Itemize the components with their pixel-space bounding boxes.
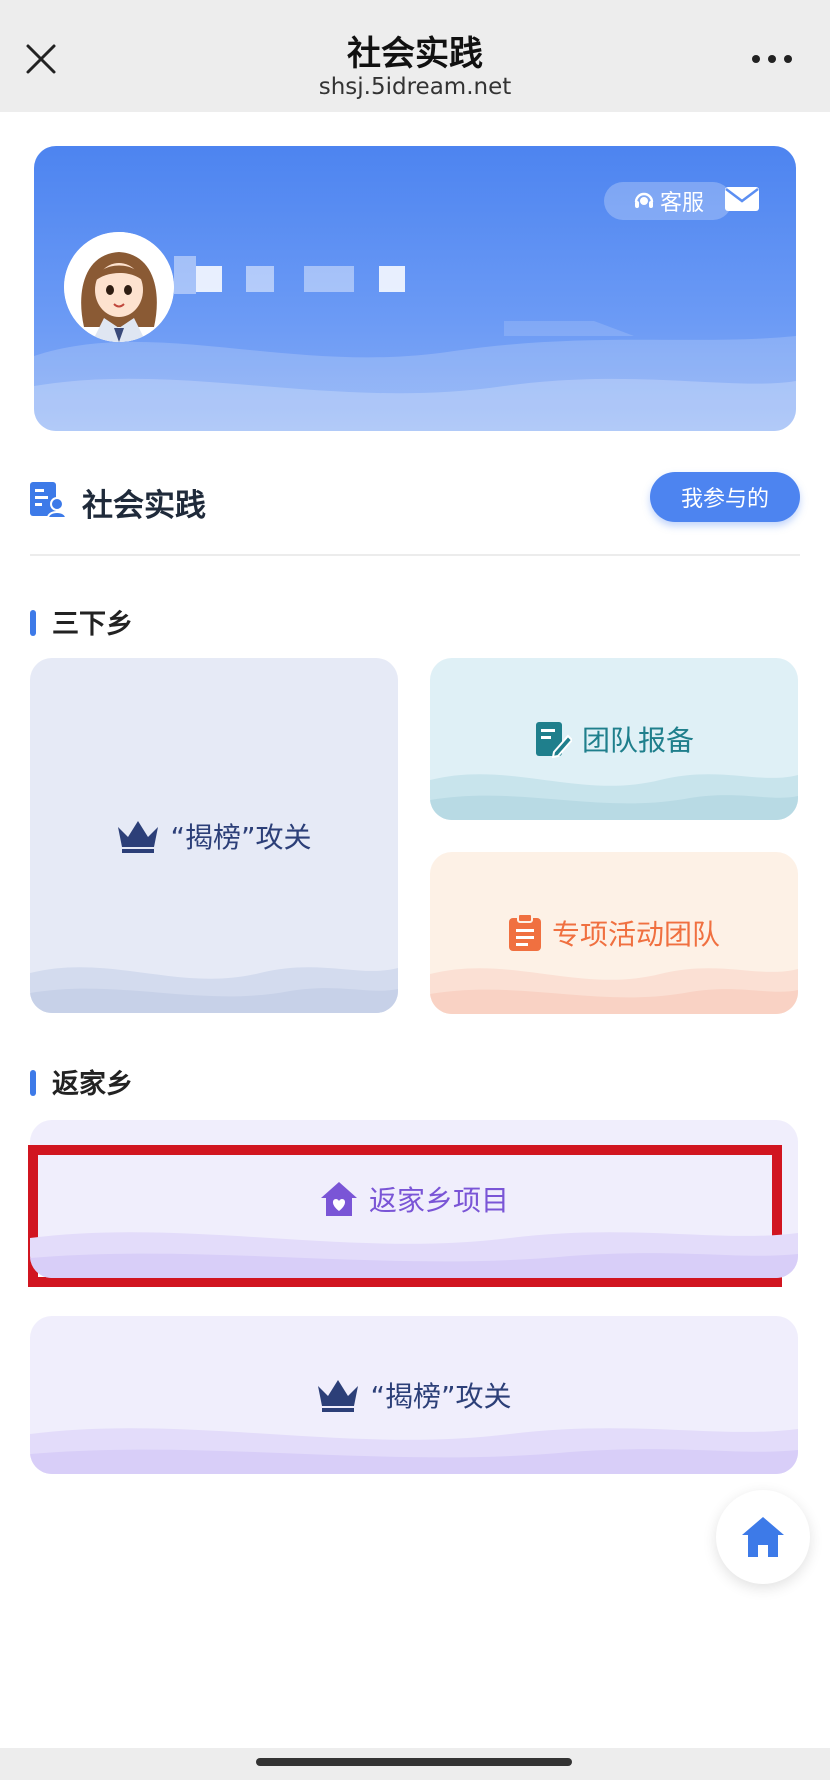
divider <box>30 554 800 556</box>
home-heart-icon <box>320 1182 357 1216</box>
headset-icon <box>634 192 654 208</box>
activity-list-icon <box>30 482 66 518</box>
card-jiebang-gonguan-2[interactable]: “揭榜”攻关 <box>30 1316 798 1474</box>
profile-banner: 客服 <box>34 146 796 431</box>
customer-service-button[interactable]: 客服 <box>604 182 732 220</box>
card-jiebang-gonguan[interactable]: “揭榜”攻关 <box>30 658 398 1013</box>
card-team-report[interactable]: 团队报备 <box>430 658 798 820</box>
top-nav-bar: 社会实践 shsj.5idream.net <box>0 0 830 112</box>
home-button[interactable] <box>716 1490 810 1584</box>
crown-icon <box>118 820 159 853</box>
card-label: “揭榜”攻关 <box>370 1380 512 1413</box>
page-url: shsj.5idream.net <box>318 74 512 100</box>
customer-service-label: 客服 <box>659 191 704 216</box>
group-marker <box>30 1070 36 1096</box>
home-icon <box>742 1517 784 1557</box>
group-title-fanjiaxiang: 返家乡 <box>30 1062 133 1101</box>
blurred-name <box>174 256 196 294</box>
group-title-sanxiaxiang: 三下乡 <box>30 602 133 641</box>
page-title: 社会实践 <box>347 34 483 74</box>
section-title: 社会实践 <box>82 488 206 524</box>
mail-icon[interactable] <box>724 186 760 212</box>
edit-document-icon <box>535 722 572 758</box>
more-dots-icon[interactable] <box>752 52 792 66</box>
my-participation-button[interactable]: 我参与的 <box>650 472 800 522</box>
card-label: “揭榜”攻关 <box>170 820 312 854</box>
crown-icon <box>318 1380 359 1412</box>
section-header: 社会实践 我参与的 <box>30 472 800 532</box>
home-indicator[interactable] <box>256 1758 572 1766</box>
card-special-activity-team[interactable]: 专项活动团队 <box>430 852 798 1014</box>
card-label: 专项活动团队 <box>551 918 720 951</box>
group-marker <box>30 610 36 636</box>
clipboard-icon <box>508 914 541 951</box>
avatar[interactable] <box>64 232 174 342</box>
card-label: 返家乡项目 <box>368 1184 509 1217</box>
card-label: 团队报备 <box>581 724 694 757</box>
